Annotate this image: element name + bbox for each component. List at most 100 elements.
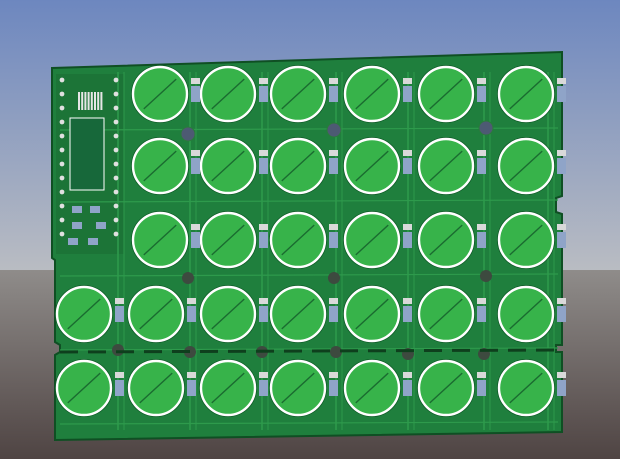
header-pin [59,147,65,153]
smd-marker [191,224,200,230]
header-pin [59,217,65,223]
ic-pin [100,92,103,110]
smd-marker [557,224,566,230]
smd-pad [557,158,566,174]
smd-marker [191,150,200,156]
smd-marker [403,150,412,156]
smd-marker [329,150,338,156]
header-pin [113,91,119,97]
ic-pin [97,92,100,110]
smd-marker [329,372,338,378]
smd-marker [259,372,268,378]
smd-pad [187,380,196,396]
header-pin [59,77,65,83]
smd-pad [403,232,412,248]
header-pin [113,175,119,181]
smd-marker [557,298,566,304]
smd-pad [187,306,196,322]
smd-pad [329,380,338,396]
ic-pin [87,92,90,110]
smd-pad [191,232,200,248]
header-pin [113,161,119,167]
header-pin [113,119,119,125]
ic-pin [78,92,80,110]
smd-part [88,238,98,245]
mounting-hole [180,126,196,142]
via [328,272,340,284]
smd-pad [191,158,200,174]
smd-marker [329,298,338,304]
pcb-render-scene [0,0,620,459]
smd-pad [259,232,268,248]
header-pin [113,189,119,195]
smd-marker [403,78,412,84]
smd-marker [557,78,566,84]
ic-pin [84,92,87,110]
header-pin [59,231,65,237]
smd-part [96,222,106,229]
smd-marker [403,298,412,304]
header-pin [59,161,65,167]
ic-pin [81,92,84,110]
smd-marker [187,372,196,378]
smd-part [72,206,82,213]
smd-marker [329,224,338,230]
smd-marker [557,372,566,378]
header-pin [59,105,65,111]
mounting-hole [478,120,494,136]
header-pin [113,203,119,209]
controller-chip [69,117,105,191]
smd-marker [477,298,486,304]
header-pin [113,231,119,237]
smd-pad [115,306,124,322]
smd-marker [191,78,200,84]
ic-pin [94,92,96,110]
smd-pad [403,158,412,174]
smd-pad [403,306,412,322]
smd-pad [191,86,200,102]
smd-marker [259,150,268,156]
smd-pad [477,306,486,322]
smd-pad [557,306,566,322]
smd-pad [259,380,268,396]
smd-marker [259,224,268,230]
smd-pad [329,158,338,174]
smd-pad [557,232,566,248]
smd-pad [477,86,486,102]
smd-pad [477,158,486,174]
smd-pad [403,86,412,102]
smd-pad [259,306,268,322]
smd-pad [259,86,268,102]
smd-marker [259,298,268,304]
smd-pad [403,380,412,396]
via [480,270,492,282]
header-pin [59,189,65,195]
header-pin [59,175,65,181]
header-pin [113,217,119,223]
smd-pad [557,86,566,102]
smd-pad [329,232,338,248]
header-pin [113,77,119,83]
smd-marker [477,224,486,230]
smd-marker [477,78,486,84]
header-pin [59,119,65,125]
smd-pad [329,86,338,102]
header-pin [59,133,65,139]
smd-pad [477,232,486,248]
ic-pin [90,92,93,110]
smd-marker [557,150,566,156]
smd-marker [477,372,486,378]
smd-pad [115,380,124,396]
smd-pad [259,158,268,174]
header-pin [113,147,119,153]
smd-pad [557,380,566,396]
smd-marker [403,224,412,230]
smd-pad [477,380,486,396]
header-pin [113,133,119,139]
smd-part [68,238,78,245]
smd-part [90,206,100,213]
mounting-hole [326,122,342,138]
smd-pad [329,306,338,322]
smd-marker [329,78,338,84]
pcb-board [51,50,566,442]
